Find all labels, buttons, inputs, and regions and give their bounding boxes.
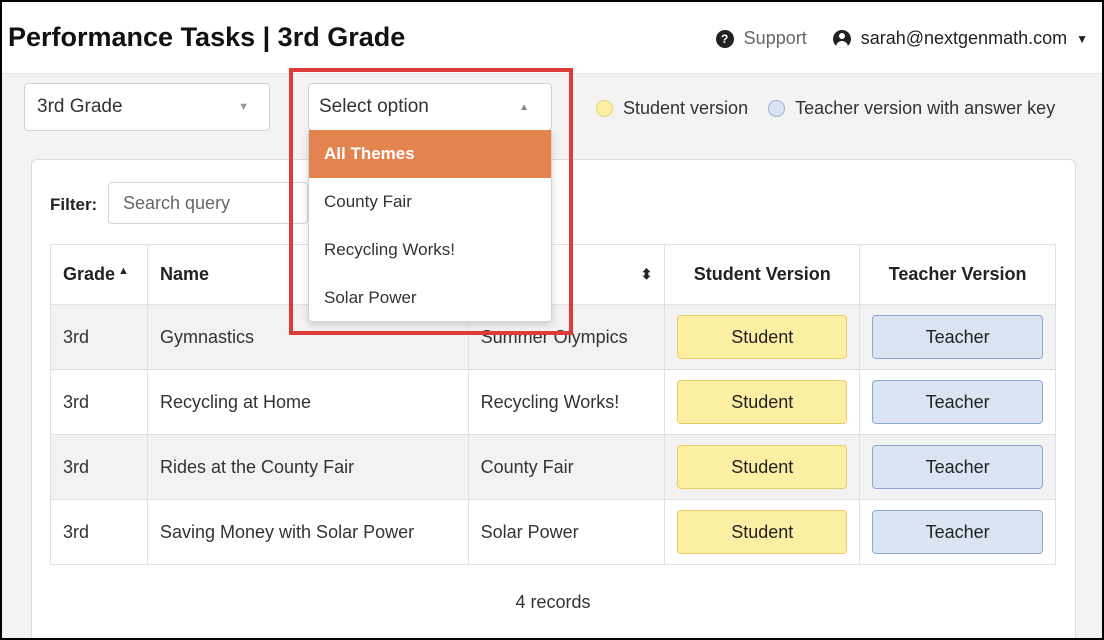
teacher-button[interactable]: Teacher [872,380,1043,424]
column-header-student: Student Version [664,244,861,305]
cell-grade: 3rd [50,499,148,565]
column-header-grade[interactable]: Grade ▲ [50,244,148,305]
teacher-button[interactable]: Teacher [872,315,1043,359]
table-header-row: Grade ▲ Name ⬍ Student Version Teacher Ve… [50,244,1056,305]
legend-teacher-label: Teacher version with answer key [795,98,1056,118]
student-color-dot [596,100,613,117]
student-button[interactable]: Student [677,510,848,554]
teacher-button[interactable]: Teacher [872,445,1043,489]
column-header-teacher: Teacher Version [859,244,1056,305]
student-button[interactable]: Student [677,445,848,489]
dropdown-option-all-themes[interactable]: All Themes [309,130,551,178]
theme-select-placeholder: Select option [319,96,429,117]
cell-teacher: Teacher [859,304,1056,370]
search-input[interactable] [108,182,308,224]
cell-student: Student [664,499,861,565]
user-email: sarah@nextgenmath.com [860,28,1068,48]
app-frame: Performance Tasks | 3rd Grade ? Support … [0,0,1104,640]
theme-select[interactable]: Select option ▲ [308,83,552,131]
cell-student: Student [664,369,861,435]
cell-student: Student [664,304,861,370]
support-label: Support [743,28,807,48]
navbar-right: ? Support sarah@nextgenmath.com ▼ [715,28,1088,49]
cell-theme: Recycling Works! [467,369,666,435]
cell-teacher: Teacher [859,499,1056,565]
cell-teacher: Teacher [859,369,1056,435]
legend-student: Student version [596,98,748,119]
cell-theme: County Fair [467,434,666,500]
cell-grade: 3rd [50,434,148,500]
cell-teacher: Teacher [859,434,1056,500]
cell-name: Recycling at Home [146,369,469,435]
cell-grade: 3rd [50,369,148,435]
grade-select-value: 3rd Grade [37,96,123,117]
cell-grade: 3rd [50,304,148,370]
student-button[interactable]: Student [677,380,848,424]
theme-dropdown-menu: All Themes County Fair Recycling Works! … [308,130,552,322]
student-button[interactable]: Student [677,315,848,359]
records-count: 4 records [515,592,591,612]
cell-student: Student [664,434,861,500]
teacher-color-dot [768,100,786,117]
user-menu[interactable]: sarah@nextgenmath.com ▼ [832,28,1088,49]
table-row: 3rd Saving Money with Solar Power Solar … [50,499,1056,565]
question-circle-icon: ? [715,29,734,48]
cell-theme: Solar Power [467,499,666,565]
top-navbar: Performance Tasks | 3rd Grade ? Support … [2,2,1102,74]
cell-name: Saving Money with Solar Power [146,499,469,565]
tasks-table: Grade ▲ Name ⬍ Student Version Teacher Ve… [50,244,1056,565]
table-row: 3rd Gymnastics Summer Olympics Student T… [50,304,1056,370]
cell-name: Rides at the County Fair [146,434,469,500]
chevron-down-icon: ▼ [238,101,249,113]
caret-down-icon: ▼ [1076,31,1088,46]
table-row: 3rd Recycling at Home Recycling Works! S… [50,369,1056,435]
dropdown-option-recycling-works[interactable]: Recycling Works! [309,226,551,274]
support-link[interactable]: ? Support [715,28,833,49]
sort-icon: ⬍ [640,266,653,282]
filter-label: Filter: [50,195,98,214]
version-legend: Student version Teacher version with ans… [596,98,1075,119]
grade-select[interactable]: 3rd Grade ▼ [24,83,270,131]
legend-student-label: Student version [623,98,749,118]
table-row: 3rd Rides at the County Fair County Fair… [50,434,1056,500]
dropdown-option-solar-power[interactable]: Solar Power [309,274,551,322]
chevron-up-icon: ▲ [519,102,529,113]
page-title: Performance Tasks | 3rd Grade [8,22,406,52]
dropdown-option-county-fair[interactable]: County Fair [309,178,551,226]
teacher-button[interactable]: Teacher [872,510,1043,554]
legend-teacher: Teacher version with answer key [768,98,1055,119]
sort-asc-icon: ▲ [118,265,129,277]
user-circle-icon [832,29,851,48]
